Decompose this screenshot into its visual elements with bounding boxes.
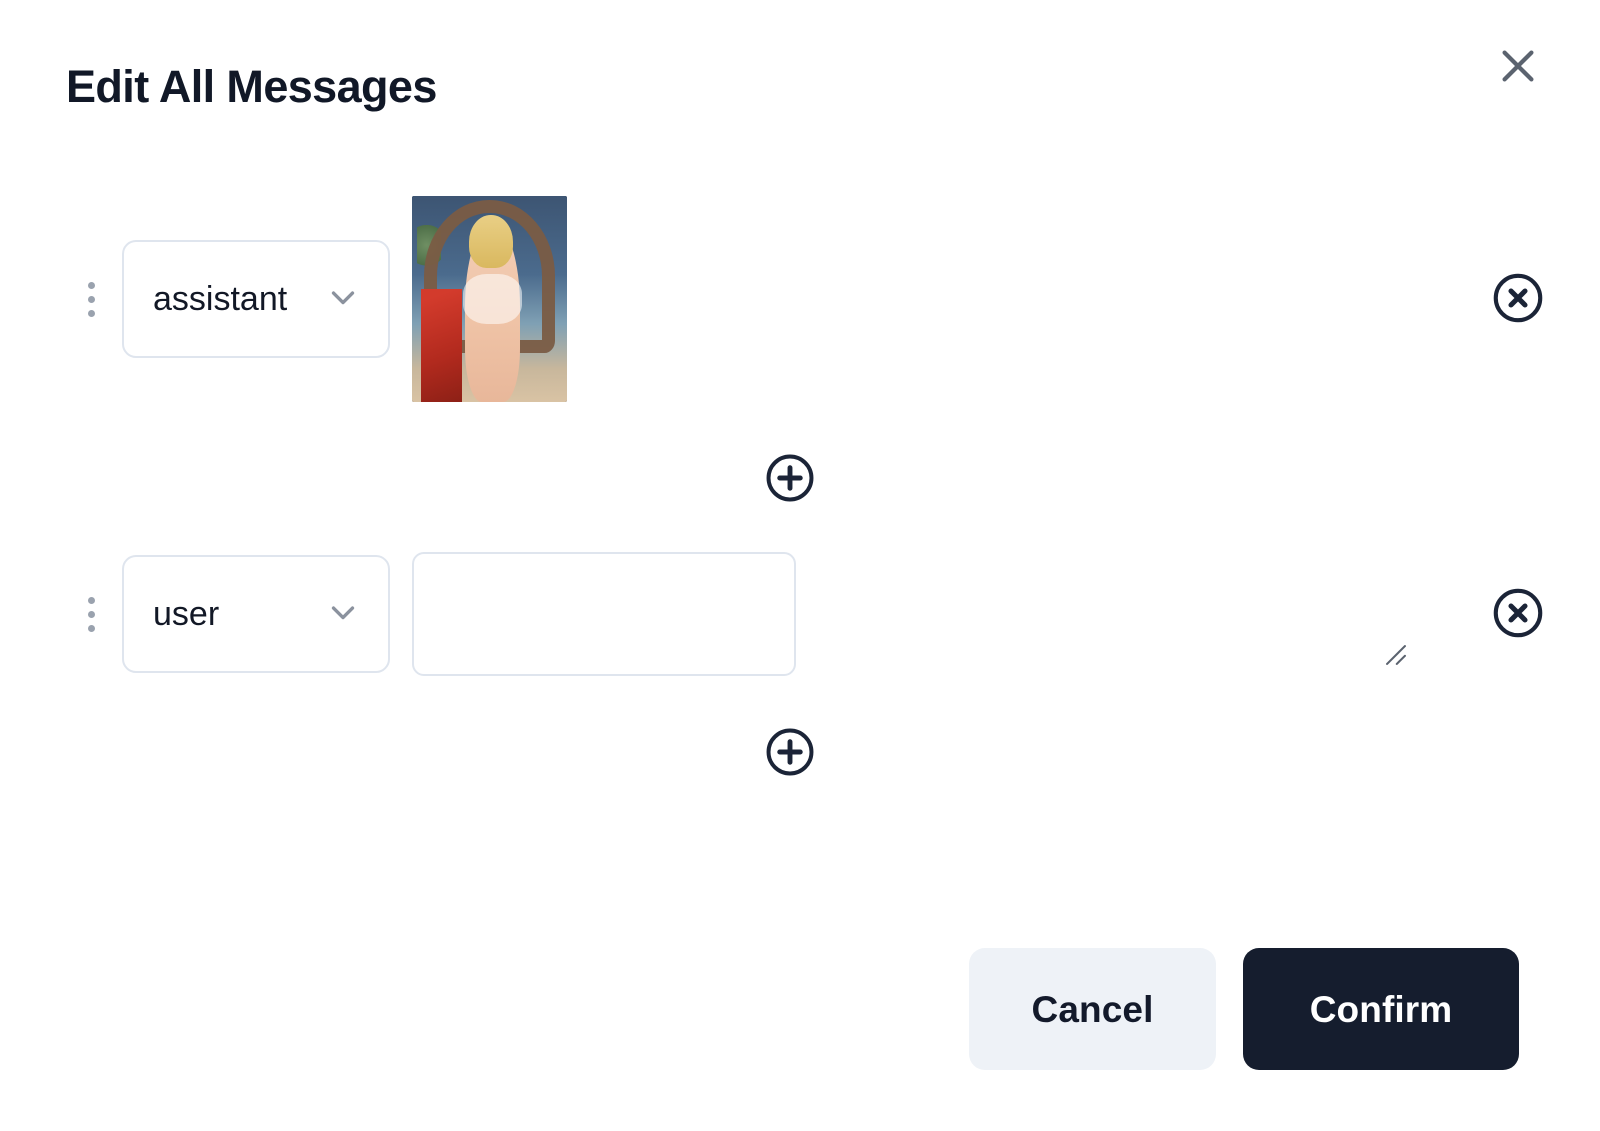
message-content-image [412,196,1458,402]
close-icon [1495,43,1541,89]
resize-handle-icon[interactable] [1383,642,1409,668]
close-circle-icon [1489,584,1547,645]
add-message-button[interactable] [759,722,821,784]
role-select-label: user [153,595,220,633]
drag-handle-icon[interactable] [78,584,104,644]
page-title: Edit All Messages [66,61,437,112]
plus-circle-icon [762,450,818,509]
drag-handle-icon[interactable] [78,269,104,329]
table-row: assistant [0,196,1600,402]
dialog-footer: Cancel Confirm [0,948,1600,1070]
confirm-button[interactable]: Confirm [1243,948,1519,1070]
delete-message-button[interactable] [1486,267,1550,331]
add-message-button[interactable] [759,448,821,510]
close-button[interactable] [1492,40,1544,92]
close-circle-icon [1489,269,1547,330]
message-content-text [412,552,1458,676]
role-select-user[interactable]: user [122,555,390,673]
chevron-down-icon [324,278,362,321]
cancel-button[interactable]: Cancel [969,948,1216,1070]
add-message-row-1 [0,448,1600,510]
plus-circle-icon [762,724,818,783]
add-message-row-2 [0,722,1600,784]
message-textarea[interactable] [412,552,796,676]
delete-message-button[interactable] [1486,582,1550,646]
message-textarea-wrapper [412,552,1418,676]
role-select-assistant[interactable]: assistant [122,240,390,358]
messages-list: assistant user [0,196,1600,784]
role-select-label: assistant [153,280,288,318]
edit-all-messages-dialog: Edit All Messages assistant user Cancel … [0,0,1600,1131]
attachment-thumbnail[interactable] [412,196,567,402]
chevron-down-icon [324,593,362,636]
table-row: user [0,552,1600,676]
